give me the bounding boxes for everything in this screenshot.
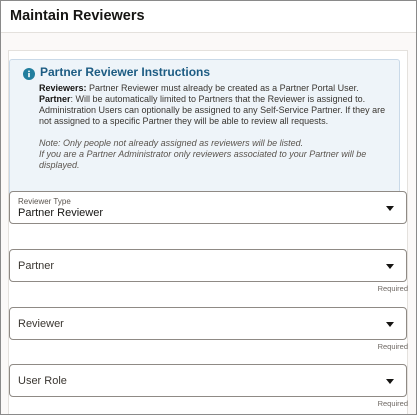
info-icon xyxy=(23,68,35,80)
instructions-note: Note: Only people not already assigned a… xyxy=(39,138,397,171)
user-role-select-label: User Role xyxy=(18,375,67,387)
instructions-title: Partner Reviewer Instructions xyxy=(40,65,211,79)
reviewer-type-select[interactable]: Reviewer Type Partner Reviewer xyxy=(9,191,407,224)
reviewer-select[interactable]: Reviewer xyxy=(9,307,407,340)
reviewers-label: Reviewers: xyxy=(39,83,87,93)
reviewer-type-label: Reviewer Type xyxy=(18,197,71,206)
chevron-down-icon[interactable] xyxy=(386,322,394,327)
reviewer-type-value: Partner Reviewer xyxy=(18,207,103,219)
note-line-2: If you are a Partner Administrator only … xyxy=(39,149,367,170)
partner-label: Partner xyxy=(39,94,71,104)
user-role-select[interactable]: User Role xyxy=(9,364,407,397)
dialog-content[interactable]: Partner Reviewer Instructions Reviewers:… xyxy=(1,34,416,414)
reviewers-text: Partner Reviewer must already be created… xyxy=(86,83,359,93)
partner-select[interactable]: Partner xyxy=(9,249,407,282)
reviewers-paragraph: Reviewers: Partner Reviewer must already… xyxy=(39,83,397,94)
chevron-down-icon[interactable] xyxy=(386,206,394,211)
partner-paragraph: Partner: Will be automatically limited t… xyxy=(39,94,397,127)
reviewer-select-label: Reviewer xyxy=(18,318,64,330)
chevron-down-icon[interactable] xyxy=(386,264,394,269)
reviewer-required-text: Required xyxy=(377,342,408,351)
chevron-down-icon[interactable] xyxy=(386,379,394,384)
partner-select-label: Partner xyxy=(18,260,55,272)
page-title: Maintain Reviewers xyxy=(10,8,145,24)
instructions-body: Reviewers: Partner Reviewer must already… xyxy=(39,83,397,127)
dialog-header: Maintain Reviewers xyxy=(1,1,416,33)
user-role-required-text: Required xyxy=(377,399,408,408)
partner-text: : Will be automatically limited to Partn… xyxy=(39,94,386,126)
instructions-box: Partner Reviewer Instructions Reviewers:… xyxy=(9,59,400,202)
note-line-1: Note: Only people not already assigned a… xyxy=(39,138,304,148)
partner-required-text: Required xyxy=(377,284,408,293)
